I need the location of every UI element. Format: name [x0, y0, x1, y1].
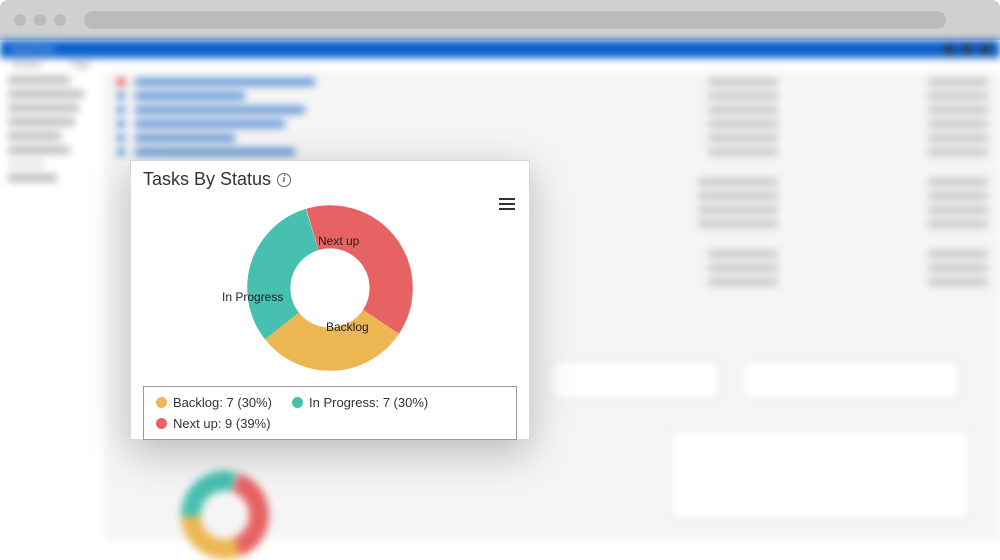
slice-label-inprogress: In Progress [222, 290, 283, 304]
legend-label: Next up: 9 (39%) [173, 416, 271, 431]
browser-chrome [0, 0, 1000, 40]
card-title: Tasks By Status [143, 169, 271, 190]
window-dot [14, 14, 26, 26]
slice-label-nextup: Next up [318, 234, 359, 248]
swatch-icon [156, 397, 167, 408]
legend: Backlog: 7 (30%) In Progress: 7 (30%) Ne… [143, 386, 517, 440]
window-dot [34, 14, 46, 26]
donut-chart: Next up Backlog In Progress [131, 194, 529, 380]
url-bar[interactable] [84, 11, 946, 29]
legend-label: Backlog: 7 (30%) [173, 395, 272, 410]
tasks-by-status-card: Tasks By Status i Next up Backlog In Pro… [130, 160, 530, 440]
hamburger-menu-icon[interactable] [499, 195, 515, 213]
legend-label: In Progress: 7 (30%) [309, 395, 428, 410]
card-header: Tasks By Status i [131, 161, 529, 194]
info-icon[interactable]: i [277, 173, 291, 187]
legend-item-backlog[interactable]: Backlog: 7 (30%) [156, 395, 272, 410]
legend-item-inprogress[interactable]: In Progress: 7 (30%) [292, 395, 428, 410]
swatch-icon [156, 418, 167, 429]
slice-label-backlog: Backlog [326, 320, 369, 334]
window-dot [54, 14, 66, 26]
legend-item-nextup[interactable]: Next up: 9 (39%) [156, 416, 271, 431]
swatch-icon [292, 397, 303, 408]
